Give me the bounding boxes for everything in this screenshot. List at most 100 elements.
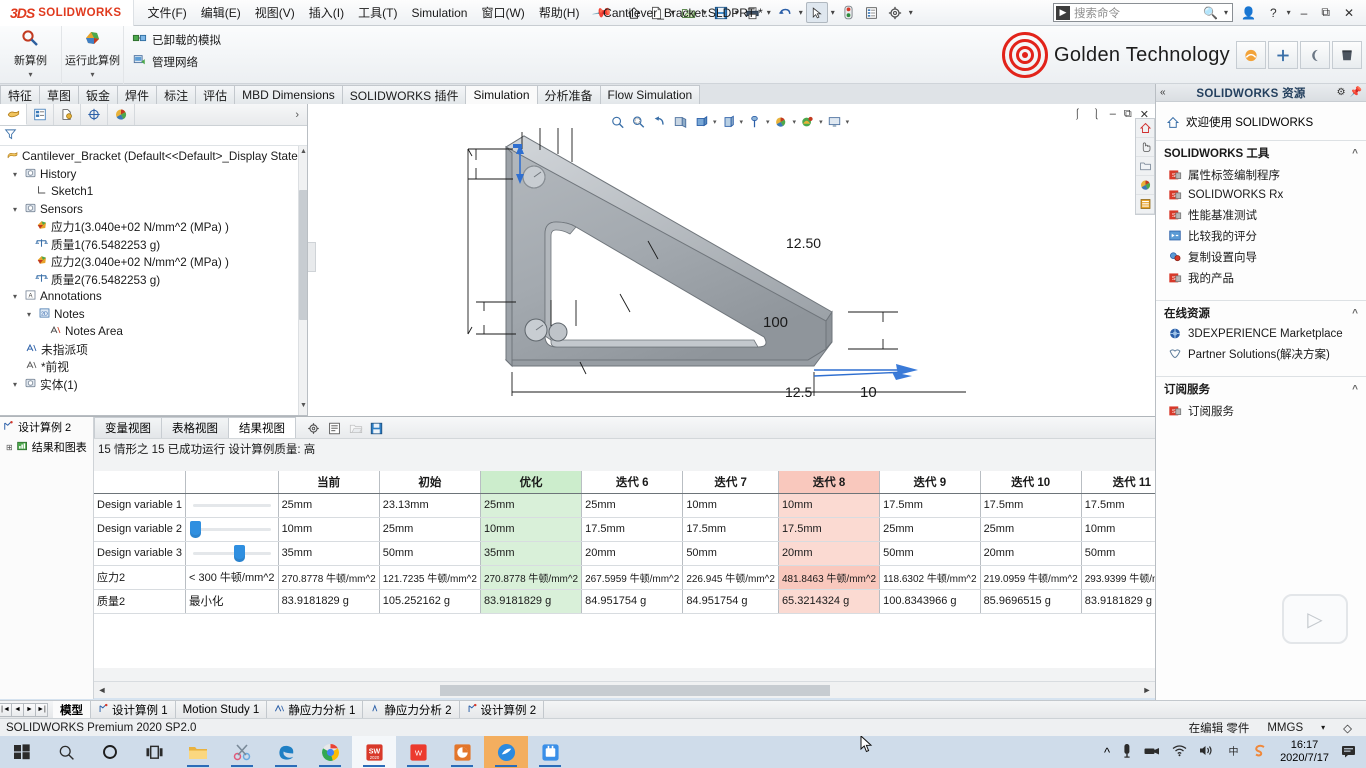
- appearance-dropdown[interactable]: ▾: [793, 118, 797, 126]
- settings-gear-icon[interactable]: [303, 418, 324, 438]
- ime-icon[interactable]: 中: [1220, 744, 1247, 761]
- dimension-10[interactable]: 10: [860, 384, 877, 401]
- scroll-down-arrow[interactable]: ▼: [299, 402, 307, 413]
- zoom-to-fit-icon[interactable]: [608, 112, 627, 131]
- display-style-dropdown[interactable]: ▾: [740, 118, 744, 126]
- status-units-caret[interactable]: ▾: [1321, 723, 1325, 732]
- wps-word-icon[interactable]: W: [396, 736, 440, 768]
- slider-cell-dv2[interactable]: [186, 517, 279, 541]
- tool-compare-my-score[interactable]: 比较我的评分: [1156, 225, 1366, 246]
- menu-simulation[interactable]: Simulation: [404, 2, 474, 24]
- bottom-tab-motion-study-1[interactable]: Motion Study 1: [176, 701, 268, 718]
- twisty-annotations[interactable]: ▾: [10, 292, 20, 301]
- minimize-icon[interactable]: –: [1295, 6, 1314, 20]
- tab-last-icon[interactable]: ►|: [35, 703, 48, 717]
- taskbar-clock[interactable]: 16:17 2020/7/17: [1274, 739, 1335, 765]
- task-pane-settings-icon[interactable]: ⚙: [1337, 87, 1346, 98]
- design-study-hscrollbar[interactable]: ◄ ►: [94, 681, 1155, 698]
- tree-item-mass-sensor-2[interactable]: 质量2(76.5482253 g): [0, 271, 307, 289]
- solidworks-taskbar-icon[interactable]: SW2020: [352, 736, 396, 768]
- home-icon[interactable]: [623, 2, 645, 23]
- new-study-dropdown[interactable]: ▾: [28, 70, 32, 79]
- tool-copy-settings-wizard[interactable]: 复制设置向导: [1156, 246, 1366, 267]
- options-list-icon[interactable]: [861, 2, 883, 23]
- maximize-icon[interactable]: ⎱: [1091, 106, 1102, 122]
- graphics-viewport[interactable]: ⎰ ⎱ – ⧉ ✕ ▾ ▾: [308, 104, 1155, 416]
- tab-table-view[interactable]: 表格视图: [161, 417, 229, 438]
- undo-dropdown[interactable]: ▾: [797, 8, 805, 17]
- tree-item-history[interactable]: ▾ History: [0, 166, 307, 184]
- open-dropdown[interactable]: ▾: [701, 8, 709, 17]
- tree-item-mass-sensor-1[interactable]: 质量1(76.5482253 g): [0, 236, 307, 254]
- tab-solidworks-addins[interactable]: SOLIDWORKS 插件: [342, 85, 467, 104]
- open-folder-icon[interactable]: [678, 2, 700, 23]
- rebuild-icon[interactable]: [838, 2, 860, 23]
- hardware-icon[interactable]: [1138, 745, 1166, 760]
- hscroll-thumb[interactable]: [440, 685, 830, 696]
- link-subscription-services[interactable]: S 订阅服务: [1156, 400, 1366, 421]
- tab-flow-simulation[interactable]: Flow Simulation: [600, 85, 701, 104]
- scroll-up-arrow[interactable]: ▲: [299, 148, 307, 159]
- view-orientation-dropdown[interactable]: ▾: [713, 118, 717, 126]
- bottom-tab-static-study-1[interactable]: 静应力分析 1: [267, 701, 363, 718]
- select-arrow-icon[interactable]: [806, 2, 828, 23]
- search-icon[interactable]: 🔍: [1203, 6, 1218, 20]
- feature-tree-filter[interactable]: [0, 126, 307, 146]
- new-study-button[interactable]: 新算例 ▾: [0, 26, 62, 84]
- panel-expand-arrow[interactable]: ›: [287, 109, 307, 121]
- th-optimal[interactable]: 优化: [480, 471, 581, 493]
- th-iteration-6[interactable]: 迭代 6: [582, 471, 683, 493]
- new-doc-dropdown[interactable]: ▾: [669, 8, 677, 17]
- close-icon[interactable]: ✕: [1338, 6, 1360, 20]
- menu-help[interactable]: 帮助(H): [532, 0, 587, 25]
- section-header-online-resources[interactable]: 在线资源 ^: [1156, 300, 1366, 324]
- pin-icon[interactable]: 📌: [585, 0, 621, 28]
- hscroll-left-arrow[interactable]: ◄: [94, 685, 110, 695]
- settings-gear-icon[interactable]: [884, 2, 906, 23]
- th-iteration-11[interactable]: 迭代 11: [1081, 471, 1155, 493]
- bottom-tab-model[interactable]: 模型: [53, 701, 91, 718]
- chevron-up-icon[interactable]: ^: [1352, 148, 1358, 159]
- twisty-sensors[interactable]: ▾: [10, 205, 20, 214]
- configuration-manager-icon[interactable]: [54, 104, 81, 125]
- play-video-button[interactable]: ▷: [1282, 594, 1348, 644]
- appearances-bucket-icon[interactable]: [1332, 41, 1362, 69]
- feature-tree-scrollbar[interactable]: ▲ ▼: [298, 146, 307, 415]
- manage-network-button[interactable]: 管理网络: [130, 52, 226, 71]
- dimension-12-5[interactable]: 12.5: [785, 384, 812, 400]
- save-dropdown[interactable]: ▾: [733, 8, 741, 17]
- volume-icon[interactable]: [1193, 744, 1220, 760]
- help-icon[interactable]: ?: [1264, 6, 1283, 20]
- menu-file[interactable]: 文件(F): [140, 0, 193, 25]
- status-units[interactable]: MMGS: [1267, 722, 1303, 734]
- tab-features[interactable]: 特征: [0, 85, 40, 104]
- feature-tree-icon[interactable]: [0, 104, 27, 125]
- dimension-12-50[interactable]: 12.50: [786, 235, 821, 251]
- tab-evaluate[interactable]: 评估: [195, 85, 235, 104]
- hscroll-track[interactable]: [110, 684, 1139, 697]
- twisty-notes[interactable]: ▾: [24, 310, 34, 319]
- tab-analysis-preparation[interactable]: 分析准备: [537, 85, 601, 104]
- user-icon[interactable]: 👤: [1235, 6, 1262, 20]
- run-study-dropdown[interactable]: ▾: [90, 70, 94, 79]
- restore-window-icon[interactable]: ⧉: [1124, 108, 1132, 121]
- link-partner-solutions[interactable]: Partner Solutions(解决方案): [1156, 343, 1366, 364]
- chrome-icon[interactable]: [308, 736, 352, 768]
- task-view-icon[interactable]: [132, 736, 176, 768]
- bottom-tab-design-study-1[interactable]: 设计算例 1: [91, 701, 176, 718]
- minimize-icon[interactable]: –: [1110, 108, 1116, 120]
- tab-mbd-dimensions[interactable]: MBD Dimensions: [234, 85, 343, 104]
- tree-item-sketch1[interactable]: Sketch1: [0, 183, 307, 201]
- open-icon[interactable]: [345, 418, 366, 438]
- tree-item-part-root[interactable]: Cantilever_Bracket (Default<<Default>_Di…: [0, 148, 307, 166]
- snip-tool-icon[interactable]: [220, 736, 264, 768]
- chevron-up-icon[interactable]: ^: [1098, 745, 1116, 760]
- notification-icon[interactable]: [1335, 744, 1362, 761]
- unloaded-simulation-button[interactable]: 已卸载的模拟: [130, 30, 226, 49]
- hide-show-icon[interactable]: [745, 112, 764, 131]
- twisty-history[interactable]: ▾: [10, 170, 20, 179]
- save-icon[interactable]: [366, 418, 387, 438]
- scene-dropdown[interactable]: ▾: [819, 118, 823, 126]
- print-dropdown[interactable]: ▾: [765, 8, 773, 17]
- scene-icon[interactable]: [1300, 41, 1330, 69]
